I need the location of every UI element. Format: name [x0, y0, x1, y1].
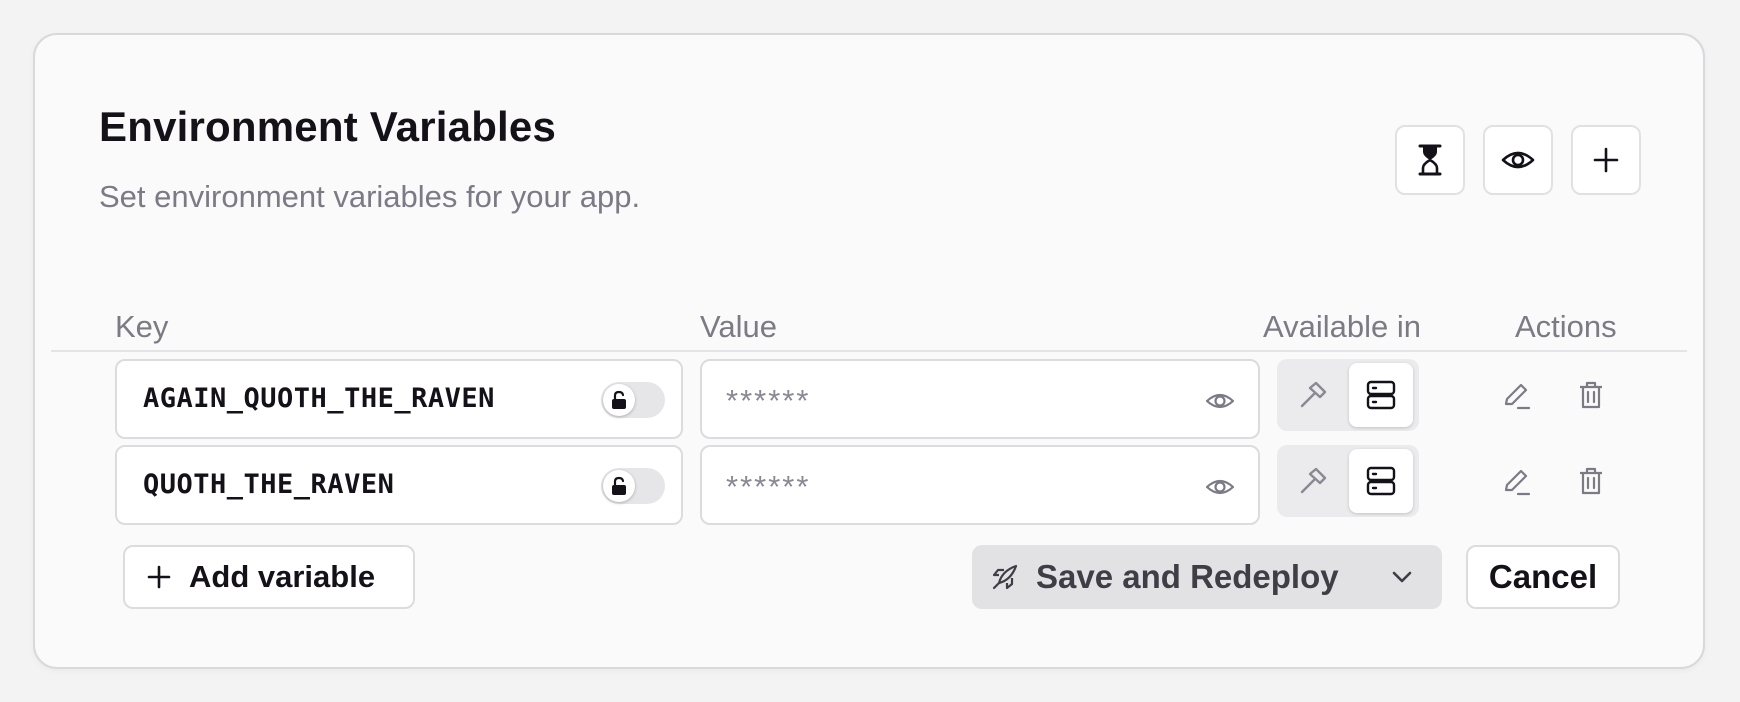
value-field[interactable]: ******: [700, 445, 1260, 525]
column-header-available-in: Available in: [1263, 309, 1421, 344]
server-icon: [1366, 380, 1396, 410]
value-field[interactable]: ******: [700, 359, 1260, 439]
masked-value: ******: [726, 469, 811, 504]
save-options-dropdown[interactable]: [1388, 563, 1416, 591]
masked-value: ******: [726, 383, 811, 418]
key-field[interactable]: QUOTH_THE_RAVEN: [115, 445, 683, 525]
reveal-all-button[interactable]: [1483, 125, 1553, 195]
page-title: Environment Variables: [99, 103, 557, 150]
lock-knob: [603, 384, 635, 416]
server-icon: [1366, 466, 1396, 496]
page-subtitle: Set environment variables for your app.: [99, 179, 641, 214]
unlocked-icon: [612, 390, 626, 409]
save-and-redeploy-label: Save and Redeploy: [1036, 558, 1339, 595]
add-variable-label: Add variable: [189, 559, 376, 594]
lock-knob: [603, 470, 635, 502]
secret-lock-toggle[interactable]: [601, 382, 665, 418]
reveal-value-button[interactable]: [1204, 385, 1236, 417]
eye-icon: [1501, 151, 1535, 169]
header-actions: [1395, 125, 1641, 195]
availability-toggle-group: [1277, 359, 1419, 431]
hourglass-icon: [1418, 144, 1442, 176]
plus-icon: [147, 565, 171, 589]
build-toggle[interactable]: [1283, 449, 1343, 513]
availability-toggle-group: [1277, 445, 1419, 517]
edit-button[interactable]: [1497, 461, 1537, 501]
column-header-key: Key: [115, 309, 169, 344]
add-variable-button[interactable]: Add variable: [123, 545, 415, 609]
header-divider: [51, 350, 1687, 352]
pencil-icon: [1504, 383, 1531, 410]
column-header-actions: Actions: [1515, 309, 1617, 344]
secret-lock-toggle[interactable]: [601, 468, 665, 504]
rocket-icon: [992, 564, 1018, 590]
column-header-value: Value: [700, 309, 777, 344]
pencil-icon: [1504, 469, 1531, 496]
build-toggle[interactable]: [1283, 363, 1343, 427]
history-button[interactable]: [1395, 125, 1465, 195]
reveal-value-button[interactable]: [1204, 471, 1236, 503]
edit-button[interactable]: [1497, 375, 1537, 415]
env-vars-card: Environment Variables Set environment va…: [33, 33, 1705, 669]
unlocked-icon: [612, 476, 626, 495]
cancel-label: Cancel: [1488, 558, 1598, 595]
hammer-icon: [1300, 467, 1327, 494]
hammer-icon: [1300, 381, 1327, 408]
delete-button[interactable]: [1571, 375, 1611, 415]
key-field[interactable]: AGAIN_QUOTH_THE_RAVEN: [115, 359, 683, 439]
key-value: QUOTH_THE_RAVEN: [143, 469, 395, 500]
eye-icon: [1205, 393, 1235, 409]
cancel-button[interactable]: Cancel: [1466, 545, 1620, 609]
add-variable-icon-button[interactable]: [1571, 125, 1641, 195]
trash-icon: [1580, 467, 1602, 495]
chevron-down-icon: [1392, 571, 1412, 583]
trash-icon: [1580, 381, 1602, 409]
plus-icon: [1593, 147, 1619, 173]
eye-icon: [1205, 479, 1235, 495]
variable-row: QUOTH_THE_RAVEN ******: [35, 445, 1703, 525]
runtime-toggle[interactable]: [1349, 449, 1413, 513]
key-value: AGAIN_QUOTH_THE_RAVEN: [143, 383, 495, 414]
runtime-toggle[interactable]: [1349, 363, 1413, 427]
delete-button[interactable]: [1571, 461, 1611, 501]
variable-row: AGAIN_QUOTH_THE_RAVEN ******: [35, 359, 1703, 439]
save-and-redeploy-button[interactable]: Save and Redeploy: [972, 545, 1442, 609]
